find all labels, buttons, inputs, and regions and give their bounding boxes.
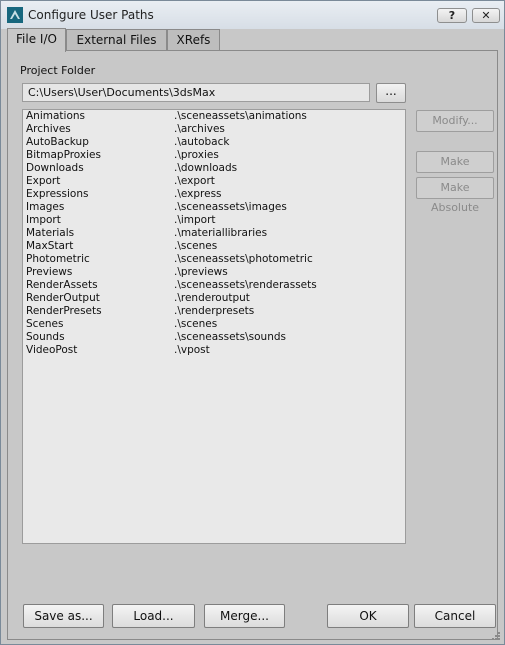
path-name: MaxStart <box>26 240 74 252</box>
list-item[interactable]: Animations .\sceneassets\animations <box>23 110 405 123</box>
list-item[interactable]: BitmapProxies .\proxies <box>23 149 405 162</box>
path-value: .\sceneassets\photometric <box>174 253 313 265</box>
project-folder-field[interactable]: C:\Users\User\Documents\3dsMax <box>22 83 370 102</box>
path-value: .\sceneassets\images <box>174 201 287 213</box>
list-item[interactable]: Export .\export <box>23 175 405 188</box>
path-name: Animations <box>26 110 86 122</box>
path-value: .\downloads <box>174 162 238 174</box>
make-relative-button[interactable]: Make Relative <box>416 151 494 188</box>
paths-list[interactable]: Animations .\sceneassets\animations Archi… <box>22 109 406 544</box>
close-button[interactable]: ✕ <box>472 8 500 23</box>
path-name: Expressions <box>26 188 89 200</box>
list-item[interactable]: MaxStart .\scenes <box>23 240 405 253</box>
modify-button[interactable]: Modify... <box>416 110 494 132</box>
path-value: .\autoback <box>174 136 230 148</box>
path-name: Photometric <box>26 253 90 265</box>
path-name: Materials <box>26 227 75 239</box>
cancel-button[interactable]: Cancel <box>414 604 496 628</box>
configure-user-paths-dialog: Configure User Paths ? ✕ File I/O Extern… <box>0 0 505 645</box>
path-name: Previews <box>26 266 73 278</box>
path-value: .\sceneassets\sounds <box>174 331 286 343</box>
list-item[interactable]: Import .\import <box>23 214 405 227</box>
path-value: .\archives <box>174 123 225 135</box>
list-item[interactable]: Downloads .\downloads <box>23 162 405 175</box>
path-name: Scenes <box>26 318 64 330</box>
dialog-body: File I/O External Files XRefs Project Fo… <box>5 28 500 642</box>
make-absolute-button[interactable]: Make Absolute <box>416 177 494 214</box>
path-value: .\proxies <box>174 149 219 161</box>
list-item[interactable]: Images .\sceneassets\images <box>23 201 405 214</box>
load-button[interactable]: Load... <box>112 604 195 628</box>
path-name: RenderPresets <box>26 305 102 317</box>
path-name: Downloads <box>26 162 84 174</box>
save-as-button[interactable]: Save as... <box>23 604 104 628</box>
window-title: Configure User Paths <box>28 8 154 22</box>
path-value: .\express <box>174 188 222 200</box>
help-button[interactable]: ? <box>437 8 467 23</box>
ok-button[interactable]: OK <box>327 604 409 628</box>
path-value: .\scenes <box>174 318 218 330</box>
list-item[interactable]: RenderAssets .\sceneassets\renderassets <box>23 279 405 292</box>
tab-file-io[interactable]: File I/O <box>7 28 66 52</box>
path-name: Sounds <box>26 331 65 343</box>
path-name: BitmapProxies <box>26 149 101 161</box>
list-item[interactable]: Scenes .\scenes <box>23 318 405 331</box>
title-bar[interactable]: Configure User Paths ? ✕ <box>1 1 504 29</box>
tab-xrefs[interactable]: XRefs <box>167 29 220 51</box>
path-value: .\previews <box>174 266 228 278</box>
path-value: .\vpost <box>174 344 210 356</box>
app-icon <box>7 7 23 23</box>
path-value: .\materiallibraries <box>174 227 268 239</box>
path-value: .\import <box>174 214 216 226</box>
path-value: .\renderoutput <box>174 292 250 304</box>
path-value: .\renderpresets <box>174 305 255 317</box>
path-name: RenderOutput <box>26 292 100 304</box>
list-item[interactable]: VideoPost .\vpost <box>23 344 405 357</box>
merge-button[interactable]: Merge... <box>204 604 285 628</box>
list-item[interactable]: RenderOutput .\renderoutput <box>23 292 405 305</box>
project-folder-label: Project Folder <box>20 64 96 77</box>
browse-button[interactable]: ... <box>376 83 406 103</box>
path-name: AutoBackup <box>26 136 89 148</box>
resize-grip-icon[interactable] <box>491 631 501 641</box>
list-item[interactable]: AutoBackup .\autoback <box>23 136 405 149</box>
list-item[interactable]: Archives .\archives <box>23 123 405 136</box>
path-name: Import <box>26 214 61 226</box>
path-value: .\scenes <box>174 240 218 252</box>
file-io-panel: Project Folder C:\Users\User\Documents\3… <box>7 50 498 640</box>
path-name: Images <box>26 201 65 213</box>
path-name: Export <box>26 175 61 187</box>
list-item[interactable]: Expressions .\express <box>23 188 405 201</box>
list-item[interactable]: RenderPresets .\renderpresets <box>23 305 405 318</box>
path-value: .\sceneassets\renderassets <box>174 279 317 291</box>
path-name: VideoPost <box>26 344 78 356</box>
list-item[interactable]: Materials .\materiallibraries <box>23 227 405 240</box>
path-name: RenderAssets <box>26 279 98 291</box>
path-value: .\sceneassets\animations <box>174 110 307 122</box>
path-name: Archives <box>26 123 71 135</box>
list-item[interactable]: Photometric .\sceneassets\photometric <box>23 253 405 266</box>
list-item[interactable]: Sounds .\sceneassets\sounds <box>23 331 405 344</box>
list-item[interactable]: Previews .\previews <box>23 266 405 279</box>
tab-external-files[interactable]: External Files <box>66 29 167 51</box>
path-value: .\export <box>174 175 215 187</box>
